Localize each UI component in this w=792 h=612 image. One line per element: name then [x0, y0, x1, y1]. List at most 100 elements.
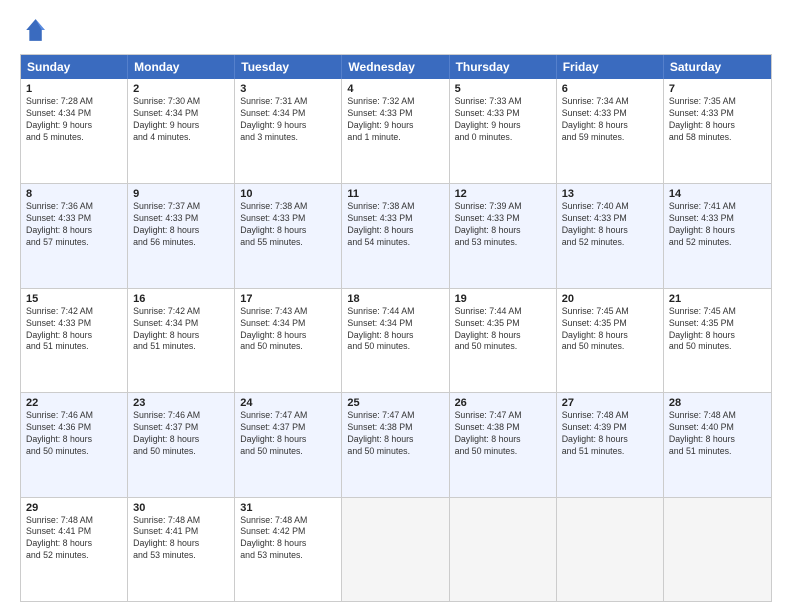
cell-info: Sunrise: 7:47 AMSunset: 4:37 PMDaylight:… — [240, 410, 336, 458]
cell-info: Sunrise: 7:38 AMSunset: 4:33 PMDaylight:… — [347, 201, 443, 249]
day-number: 8 — [26, 188, 122, 200]
cal-cell-week1-day3: 3Sunrise: 7:31 AMSunset: 4:34 PMDaylight… — [235, 79, 342, 183]
cal-cell-week1-day2: 2Sunrise: 7:30 AMSunset: 4:34 PMDaylight… — [128, 79, 235, 183]
day-number: 29 — [26, 502, 122, 514]
day-number: 3 — [240, 83, 336, 95]
cal-cell-week5-day5 — [450, 498, 557, 601]
cell-info: Sunrise: 7:38 AMSunset: 4:33 PMDaylight:… — [240, 201, 336, 249]
day-number: 10 — [240, 188, 336, 200]
cell-info: Sunrise: 7:42 AMSunset: 4:33 PMDaylight:… — [26, 306, 122, 354]
header-sunday: Sunday — [21, 55, 128, 79]
day-number: 18 — [347, 293, 443, 305]
cell-info: Sunrise: 7:46 AMSunset: 4:36 PMDaylight:… — [26, 410, 122, 458]
cal-cell-week3-day5: 19Sunrise: 7:44 AMSunset: 4:35 PMDayligh… — [450, 289, 557, 392]
cal-cell-week3-day4: 18Sunrise: 7:44 AMSunset: 4:34 PMDayligh… — [342, 289, 449, 392]
cell-info: Sunrise: 7:34 AMSunset: 4:33 PMDaylight:… — [562, 96, 658, 144]
cell-info: Sunrise: 7:44 AMSunset: 4:34 PMDaylight:… — [347, 306, 443, 354]
day-number: 28 — [669, 397, 766, 409]
calendar-week-4: 22Sunrise: 7:46 AMSunset: 4:36 PMDayligh… — [21, 392, 771, 496]
day-number: 4 — [347, 83, 443, 95]
cell-info: Sunrise: 7:48 AMSunset: 4:41 PMDaylight:… — [133, 515, 229, 563]
cell-info: Sunrise: 7:31 AMSunset: 4:34 PMDaylight:… — [240, 96, 336, 144]
day-number: 15 — [26, 293, 122, 305]
day-number: 17 — [240, 293, 336, 305]
day-number: 7 — [669, 83, 766, 95]
calendar-header: Sunday Monday Tuesday Wednesday Thursday… — [21, 55, 771, 79]
day-number: 30 — [133, 502, 229, 514]
cal-cell-week4-day1: 22Sunrise: 7:46 AMSunset: 4:36 PMDayligh… — [21, 393, 128, 496]
day-number: 31 — [240, 502, 336, 514]
day-number: 26 — [455, 397, 551, 409]
cell-info: Sunrise: 7:28 AMSunset: 4:34 PMDaylight:… — [26, 96, 122, 144]
cal-cell-week1-day5: 5Sunrise: 7:33 AMSunset: 4:33 PMDaylight… — [450, 79, 557, 183]
cal-cell-week2-day3: 10Sunrise: 7:38 AMSunset: 4:33 PMDayligh… — [235, 184, 342, 287]
cal-cell-week1-day4: 4Sunrise: 7:32 AMSunset: 4:33 PMDaylight… — [342, 79, 449, 183]
cell-info: Sunrise: 7:48 AMSunset: 4:41 PMDaylight:… — [26, 515, 122, 563]
cell-info: Sunrise: 7:37 AMSunset: 4:33 PMDaylight:… — [133, 201, 229, 249]
cal-cell-week5-day1: 29Sunrise: 7:48 AMSunset: 4:41 PMDayligh… — [21, 498, 128, 601]
day-number: 23 — [133, 397, 229, 409]
cell-info: Sunrise: 7:32 AMSunset: 4:33 PMDaylight:… — [347, 96, 443, 144]
cell-info: Sunrise: 7:41 AMSunset: 4:33 PMDaylight:… — [669, 201, 766, 249]
cal-cell-week5-day3: 31Sunrise: 7:48 AMSunset: 4:42 PMDayligh… — [235, 498, 342, 601]
logo-icon — [20, 16, 48, 44]
cal-cell-week3-day1: 15Sunrise: 7:42 AMSunset: 4:33 PMDayligh… — [21, 289, 128, 392]
cal-cell-week2-day5: 12Sunrise: 7:39 AMSunset: 4:33 PMDayligh… — [450, 184, 557, 287]
header-wednesday: Wednesday — [342, 55, 449, 79]
header-saturday: Saturday — [664, 55, 771, 79]
cal-cell-week1-day6: 6Sunrise: 7:34 AMSunset: 4:33 PMDaylight… — [557, 79, 664, 183]
day-number: 24 — [240, 397, 336, 409]
cal-cell-week5-day4 — [342, 498, 449, 601]
calendar: Sunday Monday Tuesday Wednesday Thursday… — [20, 54, 772, 602]
cal-cell-week4-day3: 24Sunrise: 7:47 AMSunset: 4:37 PMDayligh… — [235, 393, 342, 496]
cell-info: Sunrise: 7:43 AMSunset: 4:34 PMDaylight:… — [240, 306, 336, 354]
cal-cell-week3-day2: 16Sunrise: 7:42 AMSunset: 4:34 PMDayligh… — [128, 289, 235, 392]
cell-info: Sunrise: 7:39 AMSunset: 4:33 PMDaylight:… — [455, 201, 551, 249]
day-number: 27 — [562, 397, 658, 409]
cell-info: Sunrise: 7:44 AMSunset: 4:35 PMDaylight:… — [455, 306, 551, 354]
cell-info: Sunrise: 7:48 AMSunset: 4:39 PMDaylight:… — [562, 410, 658, 458]
cal-cell-week2-day7: 14Sunrise: 7:41 AMSunset: 4:33 PMDayligh… — [664, 184, 771, 287]
page: Sunday Monday Tuesday Wednesday Thursday… — [0, 0, 792, 612]
cal-cell-week1-day1: 1Sunrise: 7:28 AMSunset: 4:34 PMDaylight… — [21, 79, 128, 183]
day-number: 21 — [669, 293, 766, 305]
day-number: 12 — [455, 188, 551, 200]
cal-cell-week3-day6: 20Sunrise: 7:45 AMSunset: 4:35 PMDayligh… — [557, 289, 664, 392]
calendar-body: 1Sunrise: 7:28 AMSunset: 4:34 PMDaylight… — [21, 79, 771, 601]
day-number: 19 — [455, 293, 551, 305]
header-monday: Monday — [128, 55, 235, 79]
day-number: 2 — [133, 83, 229, 95]
cal-cell-week4-day2: 23Sunrise: 7:46 AMSunset: 4:37 PMDayligh… — [128, 393, 235, 496]
cell-info: Sunrise: 7:45 AMSunset: 4:35 PMDaylight:… — [669, 306, 766, 354]
day-number: 5 — [455, 83, 551, 95]
cell-info: Sunrise: 7:40 AMSunset: 4:33 PMDaylight:… — [562, 201, 658, 249]
cell-info: Sunrise: 7:48 AMSunset: 4:42 PMDaylight:… — [240, 515, 336, 563]
cal-cell-week4-day4: 25Sunrise: 7:47 AMSunset: 4:38 PMDayligh… — [342, 393, 449, 496]
cal-cell-week5-day6 — [557, 498, 664, 601]
cal-cell-week1-day7: 7Sunrise: 7:35 AMSunset: 4:33 PMDaylight… — [664, 79, 771, 183]
cell-info: Sunrise: 7:48 AMSunset: 4:40 PMDaylight:… — [669, 410, 766, 458]
cell-info: Sunrise: 7:42 AMSunset: 4:34 PMDaylight:… — [133, 306, 229, 354]
cal-cell-week5-day2: 30Sunrise: 7:48 AMSunset: 4:41 PMDayligh… — [128, 498, 235, 601]
cell-info: Sunrise: 7:45 AMSunset: 4:35 PMDaylight:… — [562, 306, 658, 354]
cell-info: Sunrise: 7:35 AMSunset: 4:33 PMDaylight:… — [669, 96, 766, 144]
day-number: 6 — [562, 83, 658, 95]
cal-cell-week2-day6: 13Sunrise: 7:40 AMSunset: 4:33 PMDayligh… — [557, 184, 664, 287]
cal-cell-week3-day3: 17Sunrise: 7:43 AMSunset: 4:34 PMDayligh… — [235, 289, 342, 392]
calendar-week-1: 1Sunrise: 7:28 AMSunset: 4:34 PMDaylight… — [21, 79, 771, 183]
cal-cell-week3-day7: 21Sunrise: 7:45 AMSunset: 4:35 PMDayligh… — [664, 289, 771, 392]
day-number: 20 — [562, 293, 658, 305]
cal-cell-week2-day2: 9Sunrise: 7:37 AMSunset: 4:33 PMDaylight… — [128, 184, 235, 287]
day-number: 14 — [669, 188, 766, 200]
day-number: 9 — [133, 188, 229, 200]
logo — [20, 16, 52, 44]
calendar-week-5: 29Sunrise: 7:48 AMSunset: 4:41 PMDayligh… — [21, 497, 771, 601]
cell-info: Sunrise: 7:46 AMSunset: 4:37 PMDaylight:… — [133, 410, 229, 458]
header — [20, 16, 772, 44]
header-thursday: Thursday — [450, 55, 557, 79]
cell-info: Sunrise: 7:36 AMSunset: 4:33 PMDaylight:… — [26, 201, 122, 249]
calendar-week-2: 8Sunrise: 7:36 AMSunset: 4:33 PMDaylight… — [21, 183, 771, 287]
day-number: 22 — [26, 397, 122, 409]
cell-info: Sunrise: 7:33 AMSunset: 4:33 PMDaylight:… — [455, 96, 551, 144]
header-friday: Friday — [557, 55, 664, 79]
